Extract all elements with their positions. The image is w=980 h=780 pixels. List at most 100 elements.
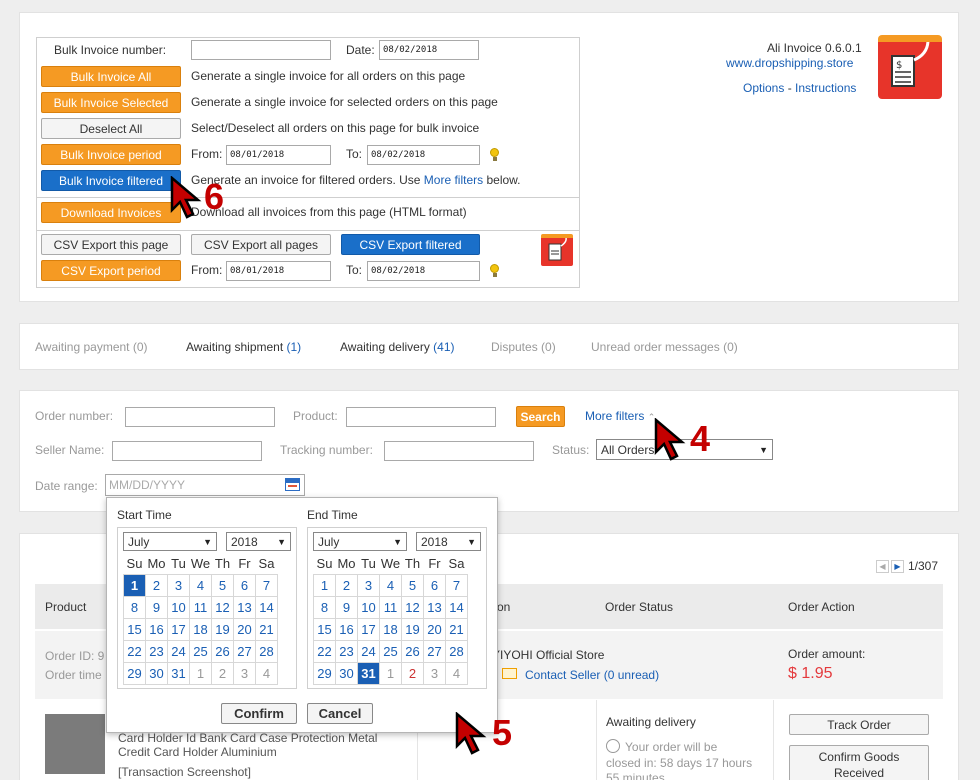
tab-disputes[interactable]: Disputes (0) xyxy=(491,340,556,354)
calendar-day[interactable]: 27 xyxy=(233,640,256,663)
transaction-screenshot-link[interactable]: [Transaction Screenshot] xyxy=(118,765,251,779)
calendar-day[interactable]: 26 xyxy=(211,640,234,663)
calendar-day[interactable]: 23 xyxy=(335,640,358,663)
calendar-day[interactable]: 4 xyxy=(379,574,402,597)
tab-awaiting-shipment[interactable]: Awaiting shipment (1) xyxy=(186,340,301,354)
calendar-day[interactable]: 2 xyxy=(145,574,168,597)
options-link[interactable]: Options xyxy=(743,81,784,95)
calendar-day[interactable]: 26 xyxy=(401,640,424,663)
bulk-invoice-filtered-button[interactable]: Bulk Invoice filtered xyxy=(41,170,181,191)
calendar-day[interactable]: 15 xyxy=(313,618,336,641)
bulk-invoice-period-button[interactable]: Bulk Invoice period xyxy=(41,144,181,165)
calendar-day[interactable]: 14 xyxy=(445,596,468,619)
calendar-day[interactable]: 20 xyxy=(233,618,256,641)
calendar-day[interactable]: 16 xyxy=(145,618,168,641)
instructions-link[interactable]: Instructions xyxy=(795,81,856,95)
calendar-day[interactable]: 22 xyxy=(123,640,146,663)
calendar-day[interactable]: 30 xyxy=(335,662,358,685)
contact-seller-link[interactable]: Contact Seller (0 unread) xyxy=(525,668,659,682)
csv-export-all-button[interactable]: CSV Export all pages xyxy=(191,234,331,255)
calendar-day[interactable]: 10 xyxy=(357,596,380,619)
store-name[interactable]: YIYOHI Official Store xyxy=(492,648,604,662)
calendar-day[interactable]: 6 xyxy=(233,574,256,597)
calendar-day-other-month[interactable]: 2 xyxy=(401,662,424,685)
download-invoices-button[interactable]: Download Invoices xyxy=(41,202,181,223)
bulk-number-input[interactable] xyxy=(191,40,331,60)
calendar-day[interactable]: 10 xyxy=(167,596,190,619)
csv-export-filtered-button[interactable]: CSV Export filtered xyxy=(341,234,480,255)
product-input[interactable] xyxy=(346,407,496,427)
calendar-day[interactable]: 15 xyxy=(123,618,146,641)
calendar-day[interactable]: 19 xyxy=(211,618,234,641)
bulk-to-input[interactable]: 08/02/2018 xyxy=(367,145,480,165)
csv-export-period-button[interactable]: CSV Export period xyxy=(41,260,181,281)
calendar-day[interactable]: 21 xyxy=(445,618,468,641)
tracking-number-input[interactable] xyxy=(384,441,534,461)
end-year-select[interactable]: 2018 ▼ xyxy=(416,532,481,551)
calendar-day[interactable]: 31 xyxy=(167,662,190,685)
calendar-day[interactable]: 20 xyxy=(423,618,446,641)
calendar-day[interactable]: 8 xyxy=(313,596,336,619)
calendar-day-other-month[interactable]: 2 xyxy=(211,662,234,685)
lightbulb-icon[interactable] xyxy=(490,264,499,277)
calendar-day[interactable]: 5 xyxy=(211,574,234,597)
calendar-day[interactable]: 7 xyxy=(445,574,468,597)
lightbulb-icon[interactable] xyxy=(490,148,499,161)
product-thumbnail[interactable] xyxy=(45,714,105,774)
calendar-day[interactable]: 29 xyxy=(123,662,146,685)
calendar-day[interactable]: 29 xyxy=(313,662,336,685)
calendar-day[interactable]: 13 xyxy=(233,596,256,619)
calendar-day[interactable]: 23 xyxy=(145,640,168,663)
calendar-day[interactable]: 24 xyxy=(357,640,380,663)
calendar-day[interactable]: 19 xyxy=(401,618,424,641)
bulk-invoice-all-button[interactable]: Bulk Invoice All xyxy=(41,66,181,87)
calendar-day[interactable]: 1 xyxy=(313,574,336,597)
calendar-day[interactable]: 27 xyxy=(423,640,446,663)
calendar-day-other-month[interactable]: 3 xyxy=(233,662,256,685)
calendar-day[interactable]: 11 xyxy=(379,596,402,619)
calendar-day-other-month[interactable]: 4 xyxy=(255,662,278,685)
calendar-day[interactable]: 25 xyxy=(379,640,402,663)
csv-from-input[interactable]: 08/01/2018 xyxy=(226,261,331,281)
csv-to-input[interactable]: 08/02/2018 xyxy=(367,261,480,281)
calendar-day[interactable]: 7 xyxy=(255,574,278,597)
bulk-invoice-selected-button[interactable]: Bulk Invoice Selected xyxy=(41,92,181,113)
calendar-day[interactable]: 2 xyxy=(335,574,358,597)
calendar-confirm-button[interactable]: Confirm xyxy=(221,703,297,724)
more-filters-link[interactable]: More filters xyxy=(424,173,483,187)
search-button[interactable]: Search xyxy=(516,406,565,427)
tab-awaiting-delivery[interactable]: Awaiting delivery (41) xyxy=(340,340,455,354)
calendar-day[interactable]: 13 xyxy=(423,596,446,619)
csv-export-page-button[interactable]: CSV Export this page xyxy=(41,234,181,255)
brand-site-link[interactable]: www.dropshipping.store xyxy=(726,56,853,70)
calendar-day[interactable]: 21 xyxy=(255,618,278,641)
next-page-icon[interactable]: ▶ xyxy=(891,559,904,573)
calendar-day[interactable]: 6 xyxy=(423,574,446,597)
product-title-line1[interactable]: Card Holder Id Bank Card Case Protection… xyxy=(118,731,377,745)
calendar-day[interactable]: 4 xyxy=(189,574,212,597)
calendar-day[interactable]: 8 xyxy=(123,596,146,619)
calendar-day[interactable]: 18 xyxy=(379,618,402,641)
end-month-select[interactable]: July ▼ xyxy=(313,532,407,551)
tab-unread-messages[interactable]: Unread order messages (0) xyxy=(591,340,738,354)
calendar-day[interactable]: 24 xyxy=(167,640,190,663)
calendar-day-other-month[interactable]: 3 xyxy=(423,662,446,685)
start-year-select[interactable]: 2018 ▼ xyxy=(226,532,291,551)
calendar-day[interactable]: 16 xyxy=(335,618,358,641)
more-filters-toggle[interactable]: More filters ⌃ xyxy=(585,409,655,423)
tab-awaiting-payment[interactable]: Awaiting payment (0) xyxy=(35,340,148,354)
calendar-cancel-button[interactable]: Cancel xyxy=(307,703,373,724)
calendar-day[interactable]: 18 xyxy=(189,618,212,641)
calendar-day[interactable]: 28 xyxy=(255,640,278,663)
calendar-day[interactable]: 31 xyxy=(357,662,380,685)
calendar-icon[interactable] xyxy=(285,478,300,491)
product-title-line2[interactable]: Credit Card Holder Aluminium xyxy=(118,745,277,759)
calendar-day[interactable]: 30 xyxy=(145,662,168,685)
calendar-day[interactable]: 12 xyxy=(211,596,234,619)
bulk-from-input[interactable]: 08/01/2018 xyxy=(226,145,331,165)
calendar-day[interactable]: 9 xyxy=(335,596,358,619)
calendar-day[interactable]: 3 xyxy=(167,574,190,597)
deselect-all-button[interactable]: Deselect All xyxy=(41,118,181,139)
calendar-day[interactable]: 14 xyxy=(255,596,278,619)
calendar-day[interactable]: 1 xyxy=(123,574,146,597)
